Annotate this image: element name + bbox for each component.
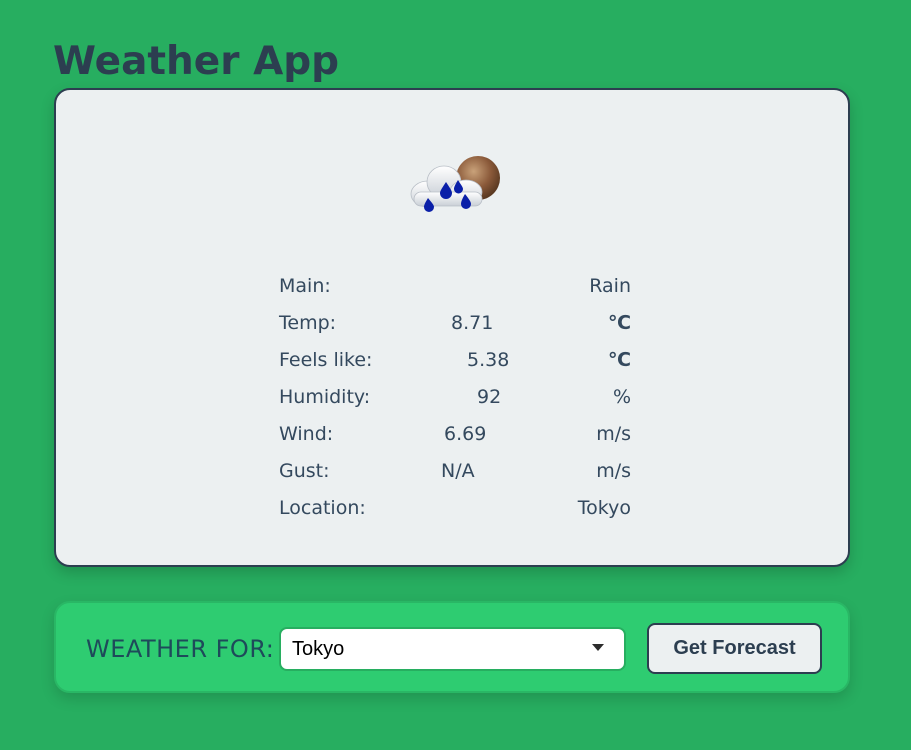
detail-row-feels-like: Feels like: 5.38 ℃: [279, 346, 631, 374]
detail-unit: Tokyo: [577, 497, 631, 519]
detail-value: 6.69: [444, 423, 487, 445]
detail-unit: ℃: [607, 312, 631, 334]
weather-card: Main: Rain Temp: 8.71 ℃ Feels like: 5.38…: [54, 88, 850, 567]
detail-row-main: Main: Rain: [279, 272, 631, 300]
detail-row-wind: Wind: 6.69 m/s: [279, 420, 631, 448]
detail-value: N/A: [441, 460, 475, 482]
detail-label: Feels like:: [279, 349, 373, 371]
detail-unit: m/s: [596, 460, 631, 482]
city-select[interactable]: Tokyo: [279, 627, 626, 671]
detail-label: Main:: [279, 275, 331, 297]
detail-label: Humidity:: [279, 386, 371, 408]
forecast-control-bar: WEATHER FOR: Tokyo Get Forecast: [54, 601, 850, 693]
detail-value: 8.71: [451, 312, 494, 334]
detail-row-gust: Gust: N/A m/s: [279, 457, 631, 485]
get-forecast-button[interactable]: Get Forecast: [647, 623, 822, 674]
app-title: Weather App: [53, 39, 340, 84]
rain-cloud-with-sun-icon: [410, 156, 500, 212]
detail-unit: ℃: [607, 349, 631, 371]
detail-label: Temp:: [279, 312, 337, 334]
detail-unit: Rain: [589, 275, 631, 297]
detail-label: Gust:: [279, 460, 330, 482]
chevron-down-icon: [592, 644, 604, 651]
city-select-value: Tokyo: [292, 638, 345, 660]
detail-value: 92: [477, 386, 502, 408]
detail-unit: m/s: [596, 423, 631, 445]
detail-row-location: Location: Tokyo: [279, 494, 631, 522]
detail-unit: %: [612, 386, 631, 408]
detail-label: Wind:: [279, 423, 334, 445]
detail-row-temp: Temp: 8.71 ℃: [279, 309, 631, 337]
detail-label: Location:: [279, 497, 366, 519]
detail-row-humidity: Humidity: 92 %: [279, 383, 631, 411]
detail-value: 5.38: [467, 349, 510, 371]
weather-for-label: WEATHER FOR:: [86, 635, 275, 663]
